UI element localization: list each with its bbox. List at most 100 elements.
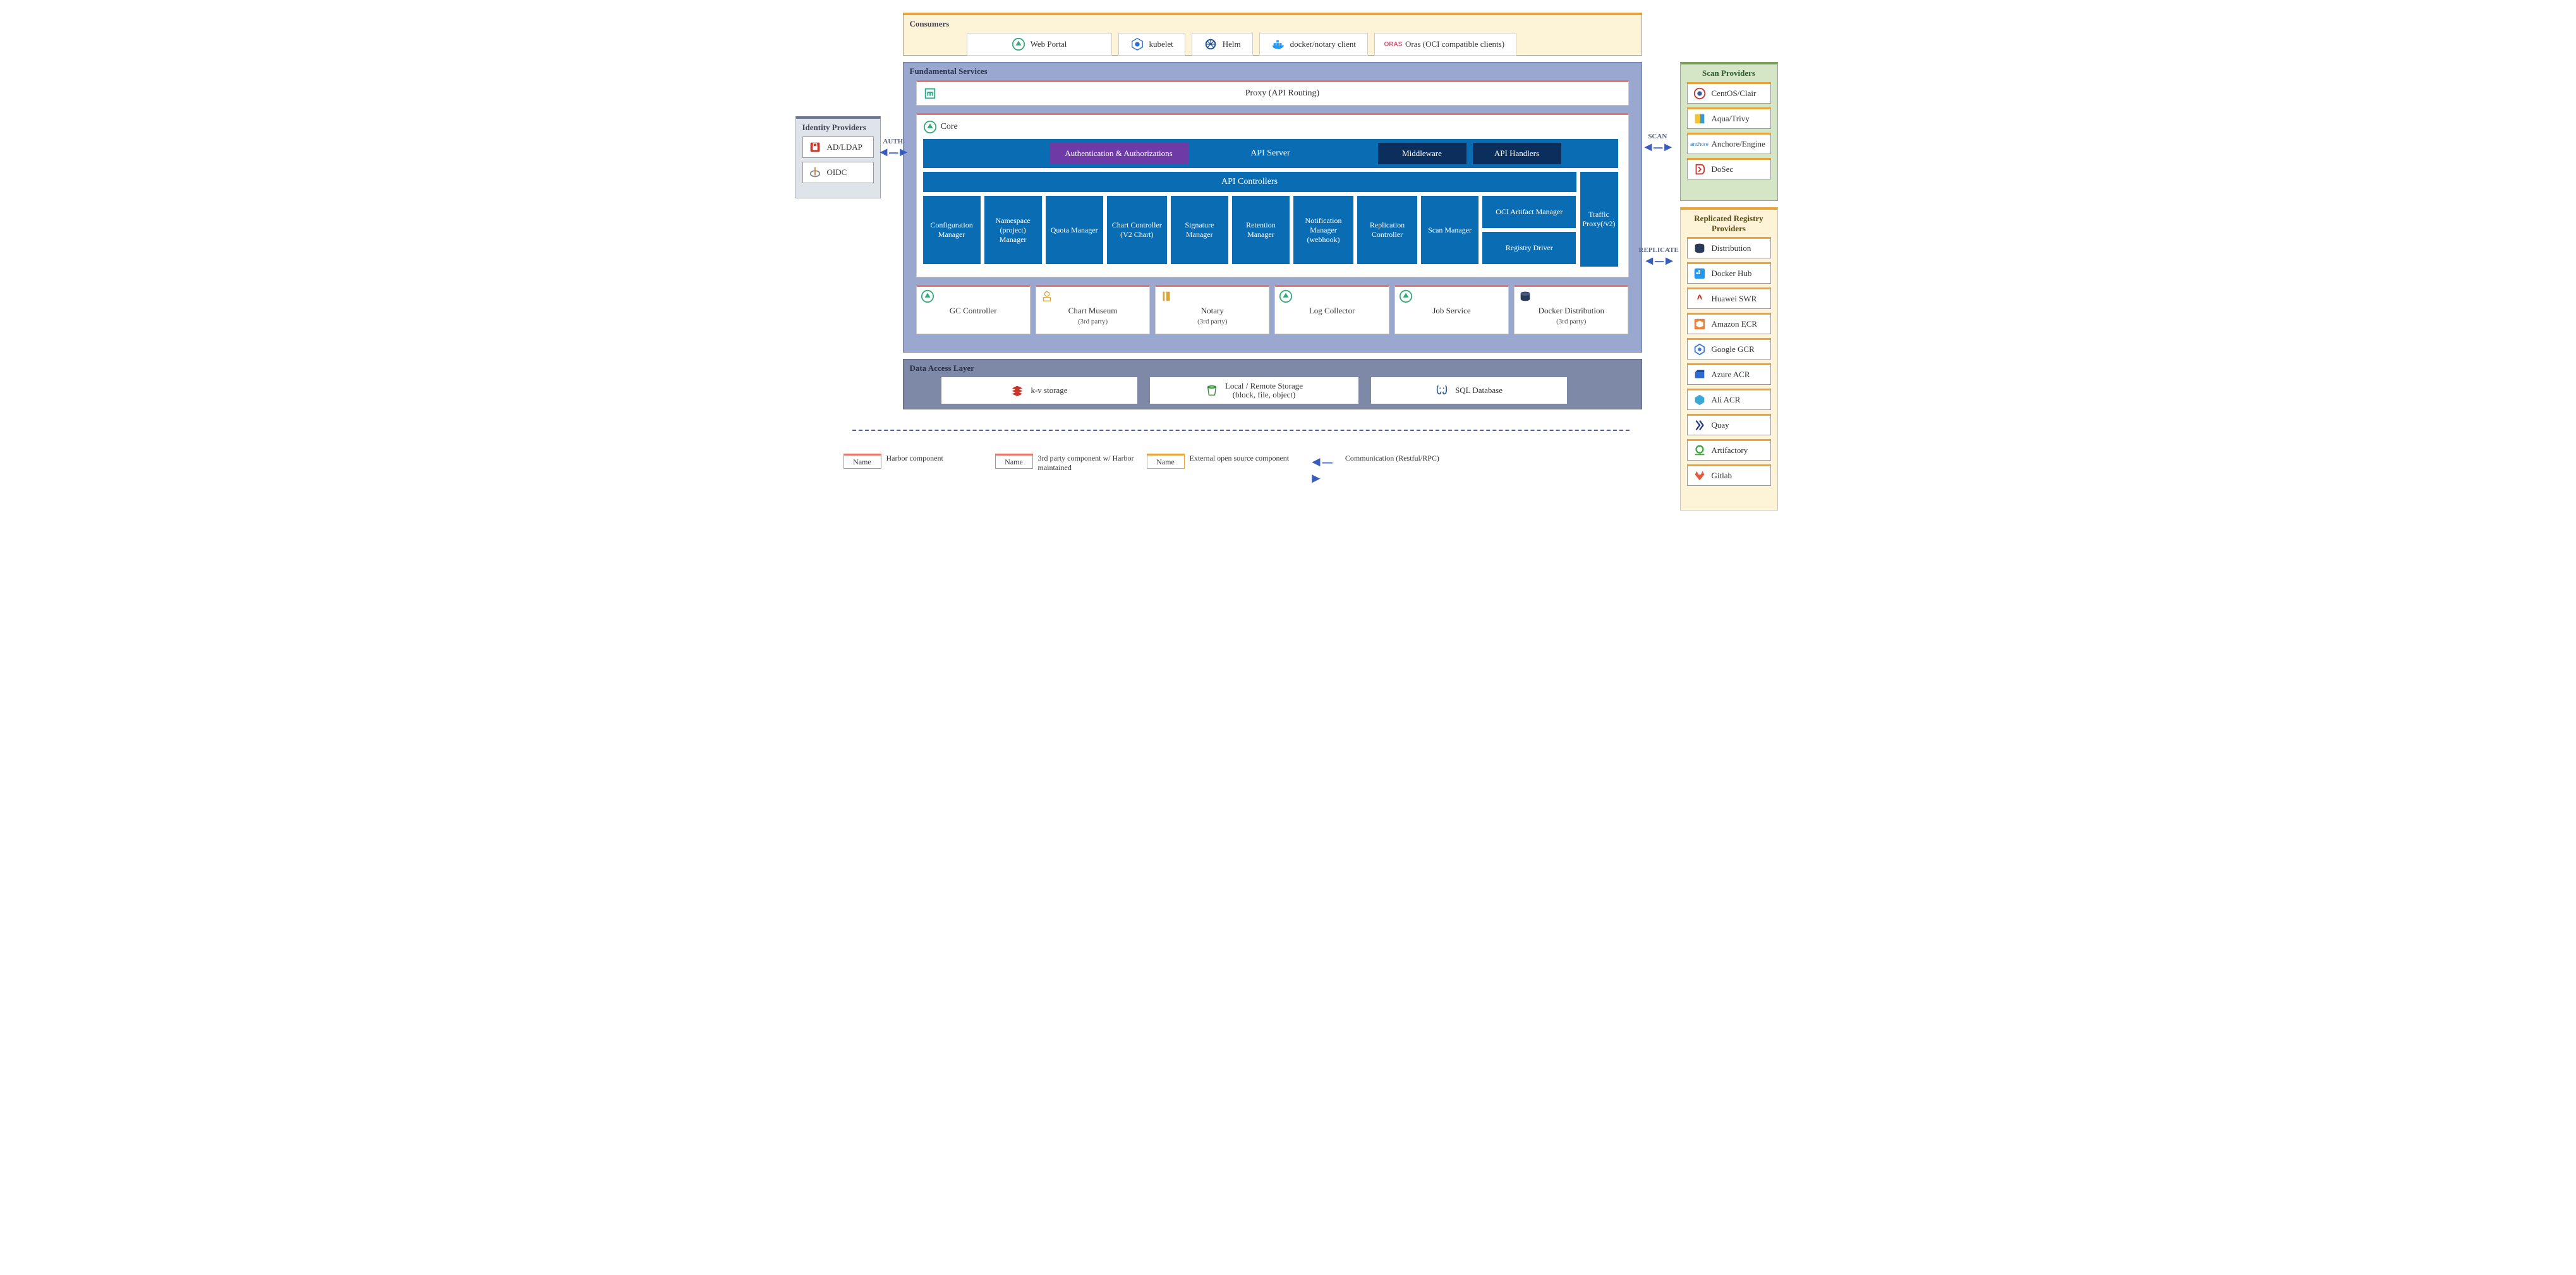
auth-pill: Authentication & Authorizations [1049, 143, 1188, 164]
legend-comm: ◄---► Communication (Restful/RPC) [1320, 454, 1446, 486]
consumer-docker: docker/notary client [1259, 33, 1368, 56]
mgr-namespace: Namespace (project) Manager [984, 196, 1042, 264]
legend-divider [852, 430, 1630, 431]
repl-label: Docker Hub [1712, 269, 1752, 279]
alibaba-icon [1693, 393, 1707, 407]
identity-group: Identity Providers AD/LDAP OIDC [795, 116, 881, 198]
svc-log: Log Collector [1274, 285, 1389, 334]
svc-label: Docker Distribution [1539, 306, 1604, 315]
svc-chartmuseum: Chart Museum(3rd party) [1036, 285, 1150, 334]
dal-label: Local / Remote Storage [1225, 382, 1303, 390]
harbor-icon [1399, 289, 1413, 303]
huawei-icon [1693, 292, 1707, 306]
docker-icon [1693, 267, 1707, 281]
consumer-label: Oras (OCI compatible clients) [1405, 39, 1504, 49]
api-server-bar: API Server Authentication & Authorizatio… [923, 139, 1618, 168]
mgr-retention: Retention Manager [1232, 196, 1290, 264]
dal-kv: k-v storage [941, 377, 1137, 404]
kubernetes-icon [1130, 37, 1144, 51]
middleware-pill: Middleware [1378, 143, 1466, 164]
double-arrow-icon: ◄---► [1643, 254, 1674, 269]
repl-label: Google GCR [1712, 344, 1755, 354]
third-party-label: (3rd party) [1197, 318, 1227, 325]
replicated-title: Replicated RegistryProviders [1687, 214, 1771, 233]
repl-gcr: Google GCR [1687, 338, 1771, 360]
svc-gc: GC Controller [916, 285, 1031, 334]
legend-text: External open source component [1190, 454, 1316, 463]
mgr-scan: Scan Manager [1421, 196, 1478, 264]
proxy-label: Proxy (API Routing) [937, 88, 1628, 99]
legend-text: Communication (Restful/RPC) [1345, 454, 1456, 463]
handlers-pill: API Handlers [1473, 143, 1561, 164]
mgr-replication: Replication Controller [1357, 196, 1417, 264]
harbor-icon [923, 87, 937, 100]
connector-label: SCAN [1648, 133, 1667, 140]
scan-anchore: anchore Anchore/Engine [1687, 133, 1771, 154]
consumer-kubelet: kubelet [1118, 33, 1185, 56]
scan-group: Scan Providers CentOS/Clair Aqua/Trivy a… [1680, 62, 1778, 201]
consumer-helm: Helm [1192, 33, 1253, 56]
ldap-icon [808, 140, 822, 154]
double-arrow-icon: ◄---► [1642, 140, 1674, 155]
scan-label: DoSec [1712, 164, 1734, 174]
legend: Name Harbor component Name 3rd party com… [865, 454, 1446, 486]
consumer-oras: ORAS Oras (OCI compatible clients) [1374, 33, 1516, 56]
bucket-icon [1205, 384, 1219, 397]
scan-clair: CentOS/Clair [1687, 82, 1771, 104]
identity-label: OIDC [827, 167, 847, 178]
gcp-icon [1693, 342, 1707, 356]
harbor-icon [1279, 289, 1293, 303]
third-party-label: (3rd party) [1556, 318, 1586, 325]
fundamental-title: Fundamental Services [910, 66, 1635, 76]
dal-sublabel: (block, file, object) [1225, 390, 1303, 399]
mgr-signature: Signature Manager [1171, 196, 1228, 264]
connector-replicate: REPLICATE ◄---► [1639, 246, 1679, 269]
azure-icon [1693, 368, 1707, 382]
oidc-icon [808, 166, 822, 179]
consumer-label: Helm [1223, 39, 1241, 49]
scan-label: Aqua/Trivy [1712, 114, 1750, 124]
consumers-group: Consumers Web Portal kubelet Helm [903, 13, 1642, 56]
third-party-label: (3rd party) [1078, 318, 1108, 325]
repl-huawei: Huawei SWR [1687, 287, 1771, 309]
svc-label: Job Service [1432, 306, 1470, 316]
svc-label: Notary [1201, 306, 1224, 315]
connector-label: AUTH [883, 138, 903, 145]
repl-gitlab: Gitlab [1687, 464, 1771, 486]
svc-job: Job Service [1394, 285, 1509, 334]
repl-label: Azure ACR [1712, 370, 1750, 380]
identity-title: Identity Providers [802, 123, 874, 133]
helm-icon [1204, 37, 1218, 51]
legend-text: 3rd party component w/ Harbor maintained [1038, 454, 1164, 473]
scan-trivy: Aqua/Trivy [1687, 107, 1771, 129]
harbor-icon [923, 120, 937, 134]
mgr-chart: Chart Controller (V2 Chart) [1107, 196, 1167, 264]
repl-label: Distribution [1712, 243, 1751, 253]
repl-dockerhub: Docker Hub [1687, 262, 1771, 284]
repl-azure: Azure ACR [1687, 363, 1771, 385]
legend-text: Harbor component [886, 454, 1013, 463]
postgres-icon [1435, 384, 1449, 397]
scan-title: Scan Providers [1687, 68, 1771, 78]
aws-icon [1693, 317, 1707, 331]
connector-scan: SCAN ◄---► [1642, 133, 1674, 155]
mgr-configuration: Configuration Manager [923, 196, 981, 264]
core-box: Core API Server Authentication & Authori… [916, 113, 1629, 277]
repl-label: Gitlab [1712, 471, 1732, 481]
identity-ldap: AD/LDAP [802, 136, 874, 158]
connector-auth: AUTH ◄---► [878, 138, 909, 160]
scan-label: CentOS/Clair [1712, 88, 1757, 99]
proxy-box: Proxy (API Routing) [916, 80, 1629, 106]
repl-distribution: Distribution [1687, 237, 1771, 258]
identity-label: AD/LDAP [827, 142, 862, 152]
mgr-quota: Quota Manager [1046, 196, 1103, 264]
dosec-icon [1693, 162, 1707, 176]
svc-label: GC Controller [950, 306, 997, 316]
chartmuseum-icon [1040, 289, 1054, 303]
harbor-icon [1012, 37, 1025, 51]
api-controllers: API Controllers [923, 172, 1576, 192]
repl-label: Ali ACR [1712, 395, 1741, 405]
double-arrow-icon: ◄---► [1309, 454, 1340, 486]
dal-group: Data Access Layer k-v storage Local / Re… [903, 359, 1642, 409]
identity-oidc: OIDC [802, 162, 874, 183]
